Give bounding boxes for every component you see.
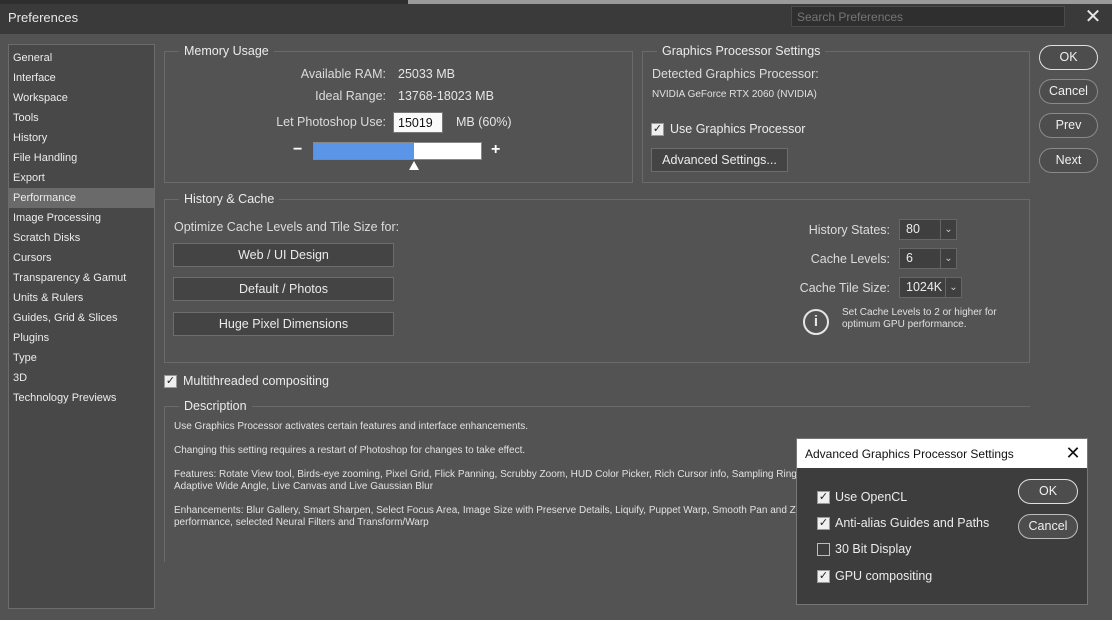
- 30-bit-display-label[interactable]: 30 Bit Display: [835, 542, 911, 556]
- description-legend: Description: [179, 399, 252, 413]
- description-line-1: Use Graphics Processor activates certain…: [174, 421, 529, 432]
- sidebar-item-cursors[interactable]: Cursors: [9, 248, 154, 268]
- use-opencl-label[interactable]: Use OpenCL: [835, 490, 907, 504]
- sidebar-item-performance[interactable]: Performance: [9, 188, 154, 208]
- chevron-down-icon: ⌄: [940, 220, 956, 239]
- memory-slider-thumb[interactable]: [409, 161, 419, 170]
- sidebar-item-image-processing[interactable]: Image Processing: [9, 208, 154, 228]
- advanced-gpu-dialog: Advanced Graphics Processor Settings ✕ ✓…: [796, 438, 1088, 605]
- history-states-value: 80: [906, 222, 920, 236]
- optimize-label: Optimize Cache Levels and Tile Size for:: [174, 220, 400, 234]
- description-line-4: Adaptive Wide Angle, Live Canvas and Liv…: [174, 481, 434, 492]
- sidebar-item-workspace[interactable]: Workspace: [9, 88, 154, 108]
- cache-info-line2: optimum GPU performance.: [842, 319, 967, 330]
- search-input[interactable]: [791, 6, 1065, 27]
- web-ui-design-button[interactable]: Web / UI Design: [173, 243, 394, 267]
- dialog-close-icon[interactable]: ✕: [1063, 442, 1083, 464]
- sidebar-item-scratch-disks[interactable]: Scratch Disks: [9, 228, 154, 248]
- multithreaded-label[interactable]: Multithreaded compositing: [183, 374, 329, 388]
- window-title: Preferences: [8, 10, 79, 25]
- chevron-down-icon: ⌄: [945, 278, 961, 297]
- multithreaded-checkbox[interactable]: ✓: [164, 375, 177, 388]
- chevron-down-icon: ⌄: [940, 249, 956, 268]
- dialog-ok-button[interactable]: OK: [1018, 479, 1078, 504]
- prev-button[interactable]: Prev: [1039, 113, 1098, 138]
- photoshop-use-input[interactable]: [393, 112, 443, 133]
- sidebar-item-file-handling[interactable]: File Handling: [9, 148, 154, 168]
- anti-alias-checkbox[interactable]: ✓: [817, 517, 830, 530]
- cache-tile-size-value: 1024K: [906, 280, 943, 294]
- cache-tile-size-label: Cache Tile Size:: [799, 281, 890, 295]
- cache-levels-select[interactable]: 6 ⌄: [899, 248, 957, 269]
- anti-alias-label[interactable]: Anti-alias Guides and Paths: [835, 516, 989, 530]
- cache-levels-value: 6: [906, 251, 913, 265]
- memory-decrease-button[interactable]: −: [293, 141, 302, 159]
- 30-bit-display-checkbox[interactable]: [817, 543, 830, 556]
- detected-gpu-label: Detected Graphics Processor:: [652, 67, 819, 81]
- description-line-6: performance, selected Neural Filters and…: [174, 517, 429, 528]
- sidebar-item-history[interactable]: History: [9, 128, 154, 148]
- use-gpu-checkbox[interactable]: ✓: [651, 123, 664, 136]
- gpu-compositing-checkbox[interactable]: ✓: [817, 570, 830, 583]
- sidebar-item-general[interactable]: General: [9, 48, 154, 68]
- history-cache-legend: History & Cache: [179, 192, 280, 206]
- sidebar-item-tools[interactable]: Tools: [9, 108, 154, 128]
- memory-slider-fill: [314, 143, 414, 159]
- use-opencl-checkbox[interactable]: ✓: [817, 491, 830, 504]
- ideal-range-value: 13768-18023 MB: [398, 89, 494, 103]
- history-states-label: History States:: [808, 223, 890, 237]
- history-states-select[interactable]: 80 ⌄: [899, 219, 957, 240]
- use-gpu-label[interactable]: Use Graphics Processor: [670, 122, 805, 136]
- info-icon: i: [803, 309, 829, 335]
- memory-increase-button[interactable]: +: [491, 141, 500, 159]
- sidebar-item-technology-previews[interactable]: Technology Previews: [9, 388, 154, 408]
- sidebar-item-interface[interactable]: Interface: [9, 68, 154, 88]
- memory-slider[interactable]: [313, 142, 482, 160]
- advanced-settings-button[interactable]: Advanced Settings...: [651, 148, 788, 172]
- dialog-cancel-button[interactable]: Cancel: [1018, 514, 1078, 539]
- sidebar-item-3d[interactable]: 3D: [9, 368, 154, 388]
- photoshop-use-label: Let Photoshop Use:: [276, 115, 386, 129]
- gpu-settings-legend: Graphics Processor Settings: [657, 44, 826, 58]
- ok-button[interactable]: OK: [1039, 45, 1098, 70]
- sidebar: General Interface Workspace Tools Histor…: [8, 44, 155, 609]
- next-button[interactable]: Next: [1039, 148, 1098, 173]
- cache-levels-label: Cache Levels:: [810, 252, 890, 266]
- ideal-range-label: Ideal Range:: [315, 89, 386, 103]
- sidebar-item-units-rulers[interactable]: Units & Rulers: [9, 288, 154, 308]
- available-ram-value: 25033 MB: [398, 67, 455, 81]
- description-line-2: Changing this setting requires a restart…: [174, 445, 526, 456]
- photoshop-use-suffix: MB (60%): [456, 115, 512, 129]
- sidebar-item-type[interactable]: Type: [9, 348, 154, 368]
- available-ram-label: Available RAM:: [300, 67, 386, 81]
- default-photos-button[interactable]: Default / Photos: [173, 277, 394, 301]
- sidebar-item-plugins[interactable]: Plugins: [9, 328, 154, 348]
- cache-tile-size-select[interactable]: 1024K ⌄: [899, 277, 962, 298]
- description-line-3: Features: Rotate View tool, Birds-eye zo…: [174, 469, 796, 480]
- gpu-compositing-label[interactable]: GPU compositing: [835, 569, 932, 583]
- sidebar-item-transparency-gamut[interactable]: Transparency & Gamut: [9, 268, 154, 288]
- memory-usage-legend: Memory Usage: [179, 44, 274, 58]
- cache-info-line1: Set Cache Levels to 2 or higher for: [842, 307, 997, 318]
- huge-pixel-dimensions-button[interactable]: Huge Pixel Dimensions: [173, 312, 394, 336]
- top-strip: [0, 0, 1112, 4]
- sidebar-item-guides-grid-slices[interactable]: Guides, Grid & Slices: [9, 308, 154, 328]
- description-line-5: Enhancements: Blur Gallery, Smart Sharpe…: [174, 505, 796, 516]
- sidebar-item-export[interactable]: Export: [9, 168, 154, 188]
- cancel-button[interactable]: Cancel: [1039, 79, 1098, 104]
- detected-gpu-value: NVIDIA GeForce RTX 2060 (NVIDIA): [652, 89, 817, 100]
- close-icon[interactable]: ✕: [1082, 6, 1104, 28]
- dialog-title: Advanced Graphics Processor Settings: [805, 447, 1014, 461]
